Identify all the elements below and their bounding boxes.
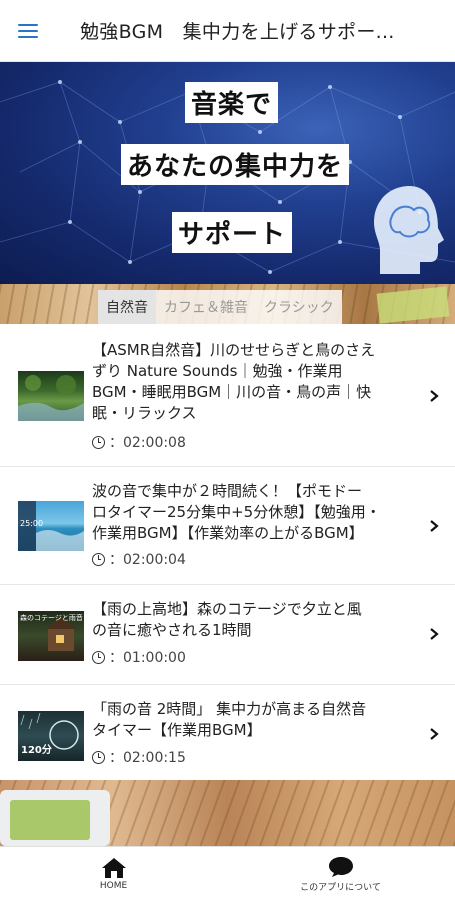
video-title: 「雨の音 2時間」 集中力が高まる自然音 タイマー【作業用BGM】 (92, 700, 367, 739)
hamburger-menu-icon (18, 23, 38, 38)
video-title: 【雨の上高地】森のコテージで夕立と風 の音に癒やされる1時間 (92, 600, 362, 639)
hero-banner: 音楽で あなたの集中力を サポート (0, 62, 455, 284)
forest-cottage-thumbnail: 森のコテージと雨音 (18, 611, 84, 661)
video-duration: ：02:00:15 (92, 747, 186, 767)
nav-home[interactable]: HOME (0, 847, 227, 900)
clock-icon (92, 750, 105, 764)
video-duration: ：02:00:08 (92, 432, 186, 452)
banner-line-1: 音楽で (185, 82, 279, 123)
thumb-text: 25:00 (20, 519, 44, 528)
clock-icon (92, 552, 105, 566)
app-bar: 勉強BGM 集中力を上げるサポー... (0, 0, 455, 62)
video-duration: ：02:00:04 (92, 549, 186, 569)
list-item[interactable]: 120分 「雨の音 2時間」 集中力が高まる自然音 タイマー【作業用BGM】 ：… (0, 685, 455, 780)
nav-about-app[interactable]: このアプリについて (227, 847, 454, 900)
rain-timer-thumbnail: 120分 (18, 711, 84, 761)
ocean-wave-thumbnail: 25:00 (18, 501, 84, 551)
clock-icon (92, 650, 105, 664)
clock-icon (92, 435, 105, 449)
banner-line-3: サポート (172, 212, 293, 253)
bottom-navigation: HOME このアプリについて (0, 846, 455, 900)
app-title: 勉強BGM 集中力を上げるサポー... (80, 21, 395, 43)
home-icon (101, 858, 126, 878)
chevron-right-icon (430, 520, 439, 532)
tab-cafe-noise[interactable]: カフェ＆雑音 (156, 290, 256, 324)
thumb-text: 120分 (21, 745, 52, 756)
chevron-right-icon (430, 728, 439, 740)
tab-nature-sounds[interactable]: 自然音 (98, 290, 156, 324)
nav-home-label: HOME (99, 881, 128, 891)
timer-device-decoration (0, 790, 110, 846)
tab-classic[interactable]: クラシック (256, 290, 342, 324)
chevron-right-icon (430, 628, 439, 640)
head-silhouette-icon (374, 186, 444, 274)
video-title: 波の音で集中が２時間続く！【ポモドー ロタイマー25分集中+5分休憩】【勉強用・… (92, 482, 381, 542)
video-title: 【ASMR自然音】川のせせらぎと鳥のさえ ずり Nature Sounds｜勉強… (92, 341, 376, 422)
list-item[interactable]: 森のコテージと雨音 【雨の上高地】森のコテージで夕立と風 の音に癒やされる1時間… (0, 585, 455, 685)
banner-line-2: あなたの集中力を (121, 144, 350, 185)
category-tabs: 自然音 カフェ＆雑音 クラシック (98, 290, 342, 324)
forest-river-thumbnail (18, 371, 84, 421)
video-duration: ：01:00:00 (92, 647, 186, 667)
list-item[interactable]: 【ASMR自然音】川のせせらぎと鳥のさえ ずり Nature Sounds｜勉強… (0, 326, 455, 467)
list-item[interactable]: 25:00 波の音で集中が２時間続く！【ポモドー ロタイマー25分集中+5分休憩… (0, 467, 455, 585)
chevron-right-icon (430, 390, 439, 402)
thumb-text: 森のコテージと雨音 (20, 614, 83, 622)
chat-bubble-icon (328, 856, 353, 877)
nav-about-label: このアプリについて (300, 882, 381, 893)
menu-button[interactable] (0, 0, 56, 62)
video-list: 【ASMR自然音】川のせせらぎと鳥のさえ ずり Nature Sounds｜勉強… (0, 326, 455, 780)
